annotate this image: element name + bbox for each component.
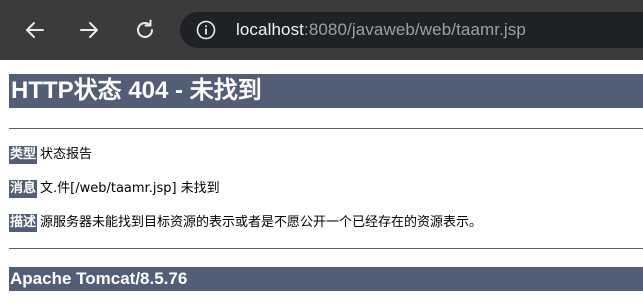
description-value: 源服务器未能找到目标资源的表示或者是不愿公开一个已经存在的资源表示。 [40,215,483,230]
arrow-left-icon [26,22,44,38]
arrow-right-icon [80,22,98,38]
info-icon[interactable] [196,20,216,40]
browser-toolbar: localhost:8080/javaweb/web/taamr.jsp [0,0,643,60]
type-label: 类型 [9,146,38,164]
type-value: 状态报告 [40,147,93,162]
divider [9,128,643,129]
address-bar[interactable]: localhost:8080/javaweb/web/taamr.jsp [180,12,643,48]
description-row: 描述 源服务器未能找到目标资源的表示或者是不愿公开一个已经存在的资源表示。 [9,213,482,233]
error-page: HTTP状态 404 - 未找到 类型 状态报告 消息 文.件[/web/taamr… [0,60,643,304]
page-title: HTTP状态 404 - 未找到 [9,74,643,108]
type-row: 类型 状态报告 [9,145,92,165]
divider [9,248,643,249]
reload-icon [137,19,153,38]
forward-button[interactable] [73,14,105,46]
message-value: 文.件[/web/taamr.jsp] 未找到 [40,181,220,196]
reload-button[interactable] [129,14,161,46]
url-text[interactable]: localhost:8080/javaweb/web/taamr.jsp [236,20,526,40]
url-path: :8080/javaweb/web/taamr.jsp [304,20,526,39]
description-label: 描述 [9,214,38,232]
message-label: 消息 [9,180,38,198]
url-host: localhost [236,20,304,39]
message-row: 消息 文.件[/web/taamr.jsp] 未找到 [9,179,220,199]
back-button[interactable] [19,14,51,46]
server-footer: Apache Tomcat/8.5.76 [9,267,643,291]
